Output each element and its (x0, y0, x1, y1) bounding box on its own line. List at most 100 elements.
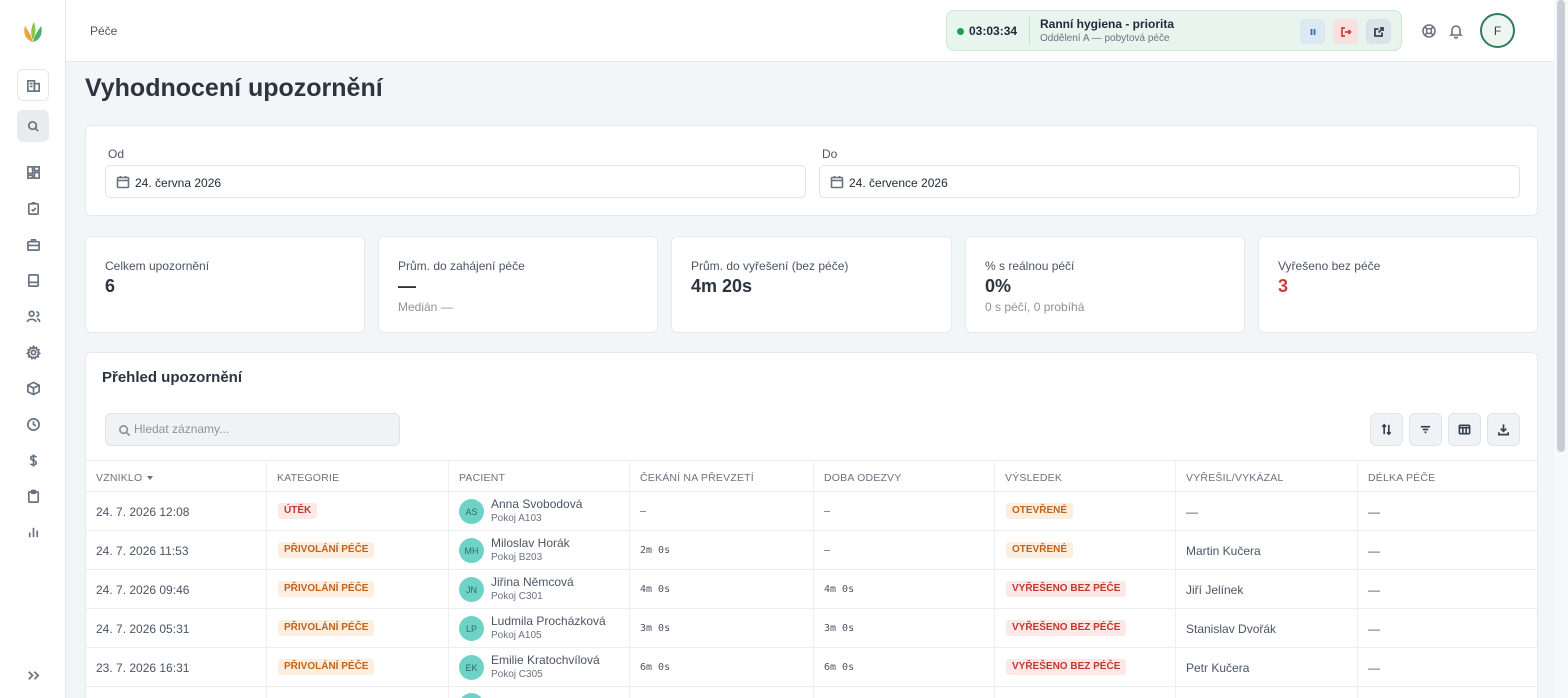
exit-button[interactable] (1333, 19, 1358, 44)
patient-name[interactable]: Anna Svobodová (491, 497, 582, 511)
clipboard-check-icon[interactable] (24, 199, 42, 217)
resolver-cell: Stanislav Dvořák (1186, 622, 1277, 636)
column-header-duration[interactable]: DÉLKA PÉČE (1368, 472, 1435, 484)
app-logo[interactable] (19, 18, 47, 46)
stat-card-real-care: % s reálnou péčí 0% 0 s péčí, 0 probíhá (965, 236, 1245, 333)
patient-room: Pokoj C305 (491, 669, 543, 680)
clock-icon[interactable] (24, 415, 42, 433)
open-external-button[interactable] (1366, 19, 1391, 44)
download-button[interactable] (1487, 413, 1520, 446)
resolver-cell: — (1186, 505, 1198, 519)
wait-cell: 4m 0s (640, 584, 671, 595)
columns-icon (1458, 424, 1471, 435)
duration-cell: — (1368, 505, 1380, 519)
clipboard-icon[interactable] (24, 487, 42, 505)
exit-icon (1340, 26, 1352, 37)
overview-card: Přehled upozornění VZNIKLO KATEGORIE PAC… (85, 352, 1539, 698)
column-header-category[interactable]: KATEGORIE (277, 472, 339, 484)
patient-name[interactable]: Jiřina Němcová (491, 575, 574, 589)
session-title: Ranní hygiena - priorita (1040, 17, 1175, 31)
patient-name[interactable]: Emilie Kratochvílová (491, 653, 600, 667)
stat-label: Prům. do vyřešení (bez péče) (691, 259, 849, 273)
column-header-wait[interactable]: ČEKÁNÍ NA PŘEVZETÍ (640, 472, 754, 484)
search-input[interactable] (134, 422, 384, 436)
wait-cell: 3m 0s (640, 623, 671, 634)
stat-value: — (398, 276, 416, 296)
package-icon[interactable] (24, 379, 42, 397)
external-link-icon (1373, 26, 1384, 37)
to-date-input[interactable]: 24. července 2026 (819, 165, 1520, 198)
column-header-patient[interactable]: PACIENT (459, 472, 505, 484)
patient-avatar: LP (459, 616, 484, 641)
search-icon[interactable] (17, 110, 49, 142)
column-header-resolver[interactable]: VYŘEŠIL/VYKÁZAL (1186, 472, 1284, 484)
dollar-icon[interactable] (24, 451, 42, 469)
user-avatar[interactable]: F (1480, 13, 1515, 48)
stat-label: Vyřešeno bez péče (1278, 259, 1381, 273)
table-row[interactable] (86, 687, 1539, 698)
table-row[interactable]: 24. 7. 2026 09:46 PŘIVOLÁNÍ PÉČE JN Jiři… (86, 570, 1539, 609)
column-header-response[interactable]: DOBA ODEZVY (824, 472, 901, 484)
duration-cell: — (1368, 622, 1380, 636)
archive-icon[interactable] (24, 271, 42, 289)
status-badge: VYŘEŠENO BEZ PÉČE (1006, 581, 1127, 597)
sort-icon (1381, 423, 1392, 436)
pause-button[interactable] (1300, 19, 1325, 44)
search-field[interactable] (105, 413, 400, 446)
patient-name[interactable]: Miloslav Horák (491, 536, 570, 550)
building-icon[interactable] (17, 69, 49, 101)
section-title: Přehled upozornění (102, 369, 243, 386)
to-label: Do (822, 147, 838, 161)
stat-value: 6 (105, 276, 116, 296)
date-filter-card: Od 24. června 2026 Do 24. července 2026 (85, 125, 1538, 216)
patient-name[interactable]: Ludmila Procházková (491, 614, 606, 628)
bell-icon[interactable] (1447, 22, 1465, 40)
patient-room: Pokoj B203 (491, 552, 543, 563)
settings-icon[interactable] (24, 343, 42, 361)
stat-card-resolved-no-care: Vyřešeno bez péče 3 (1258, 236, 1538, 333)
session-subtitle: Oddělení A — pobytová péče (1040, 33, 1170, 44)
briefcase-icon[interactable] (24, 235, 42, 253)
created-cell: 23. 7. 2026 16:31 (96, 661, 190, 675)
scrollbar-thumb[interactable] (1557, 0, 1565, 452)
patient-avatar: MH (459, 538, 484, 563)
table-row[interactable]: 24. 7. 2026 12:08 ÚTĚK AS Anna Svobodová… (86, 492, 1539, 531)
filter-button[interactable] (1409, 413, 1442, 446)
sort-button[interactable] (1370, 413, 1403, 446)
page-title: Vyhodnocení upozornění (85, 74, 383, 102)
chevrons-right-icon[interactable] (24, 666, 42, 684)
created-cell: 24. 7. 2026 11:53 (96, 544, 189, 558)
column-header-result[interactable]: VÝSLEDEK (1005, 472, 1062, 484)
patient-room: Pokoj A105 (491, 630, 542, 641)
duration-cell: — (1368, 661, 1380, 675)
help-icon[interactable] (1420, 22, 1438, 40)
wait-cell: 6m 0s (640, 662, 671, 673)
stat-label: % s reálnou péčí (985, 259, 1075, 273)
live-indicator (957, 28, 964, 35)
status-badge: OTEVŘENÉ (1006, 542, 1074, 558)
columns-button[interactable] (1448, 413, 1481, 446)
bar-chart-icon[interactable] (24, 523, 42, 541)
sidebar (0, 0, 66, 698)
response-cell: 4m 0s (824, 584, 855, 595)
breadcrumb[interactable]: Péče (90, 24, 117, 38)
stat-value: 3 (1278, 276, 1289, 296)
dashboard-icon[interactable] (24, 163, 42, 181)
category-badge: ÚTĚK (278, 503, 318, 519)
wait-cell: 2m 0s (640, 545, 671, 556)
table-row[interactable]: 24. 7. 2026 11:53 PŘIVOLÁNÍ PÉČE MH Milo… (86, 531, 1539, 570)
table-row[interactable]: 23. 7. 2026 16:31 PŘIVOLÁNÍ PÉČE EK Emil… (86, 648, 1539, 687)
users-icon[interactable] (24, 307, 42, 325)
response-cell: 3m 0s (824, 623, 855, 634)
table-row[interactable]: 24. 7. 2026 05:31 PŘIVOLÁNÍ PÉČE LP Ludm… (86, 609, 1539, 648)
column-header-created[interactable]: VZNIKLO (96, 472, 154, 484)
calendar-icon (116, 175, 130, 189)
search-icon (119, 425, 131, 437)
status-badge: VYŘEŠENO BEZ PÉČE (1006, 659, 1127, 675)
download-icon (1498, 424, 1509, 436)
stat-value: 4m 20s (691, 276, 753, 296)
patient-avatar (459, 693, 484, 698)
resolver-cell: Petr Kučera (1186, 661, 1250, 675)
from-date-input[interactable]: 24. června 2026 (105, 165, 806, 198)
created-cell: 24. 7. 2026 09:46 (96, 583, 190, 597)
